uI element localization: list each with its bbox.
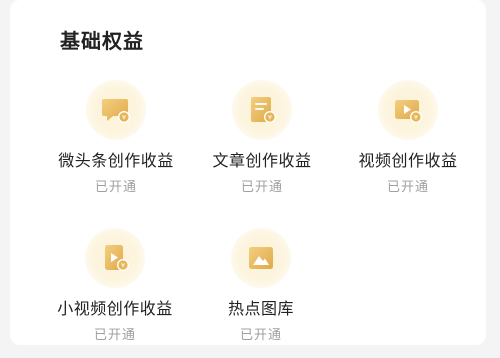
svg-text:¥: ¥ xyxy=(414,114,418,122)
document-coin-icon: ¥ xyxy=(251,97,276,123)
svg-text:¥: ¥ xyxy=(268,114,272,122)
benefit-label: 视频创作收益 xyxy=(358,151,458,170)
svg-text:¥: ¥ xyxy=(122,114,126,122)
video-coin-icon: ¥ xyxy=(395,100,422,123)
benefit-icon-container: ¥ xyxy=(232,80,292,140)
small-video-coin-icon: ¥ xyxy=(105,245,129,271)
benefit-label: 文章创作收益 xyxy=(212,151,312,170)
benefit-icon-container: ¥ xyxy=(85,228,145,288)
benefit-status: 已开通 xyxy=(93,328,136,343)
benefit-status: 已开通 xyxy=(94,180,137,195)
svg-text:¥: ¥ xyxy=(121,262,125,270)
benefit-status: 已开通 xyxy=(239,328,282,343)
benefit-tile-video[interactable]: ¥ 视频创作收益 已开通 xyxy=(333,80,483,210)
benefit-tile-micro-headline[interactable]: ¥ 微头条创作收益 已开通 xyxy=(41,80,191,210)
basic-benefits-card: 基础权益 ¥ 微头条创作收益 已开通 ¥ 文章创作收益 已开通 ¥ 视频创作收益… xyxy=(10,0,486,345)
benefit-status: 已开通 xyxy=(386,180,429,195)
benefit-label: 小视频创作收益 xyxy=(57,299,173,318)
benefit-icon-container xyxy=(231,228,291,288)
benefit-tile-article[interactable]: ¥ 文章创作收益 已开通 xyxy=(187,80,337,210)
section-title: 基础权益 xyxy=(60,29,144,53)
benefit-tile-small-video[interactable]: ¥ 小视频创作收益 已开通 xyxy=(40,228,190,358)
benefit-icon-container: ¥ xyxy=(86,80,146,140)
benefit-label: 热点图库 xyxy=(227,299,294,318)
image-gallery-icon xyxy=(249,247,273,269)
benefit-icon-container: ¥ xyxy=(378,80,438,140)
benefit-label: 微头条创作收益 xyxy=(58,151,174,170)
speech-bubble-coin-icon: ¥ xyxy=(102,99,130,123)
benefit-tile-hot-gallery[interactable]: 热点图库 已开通 xyxy=(186,228,336,358)
benefit-status: 已开通 xyxy=(240,180,283,195)
